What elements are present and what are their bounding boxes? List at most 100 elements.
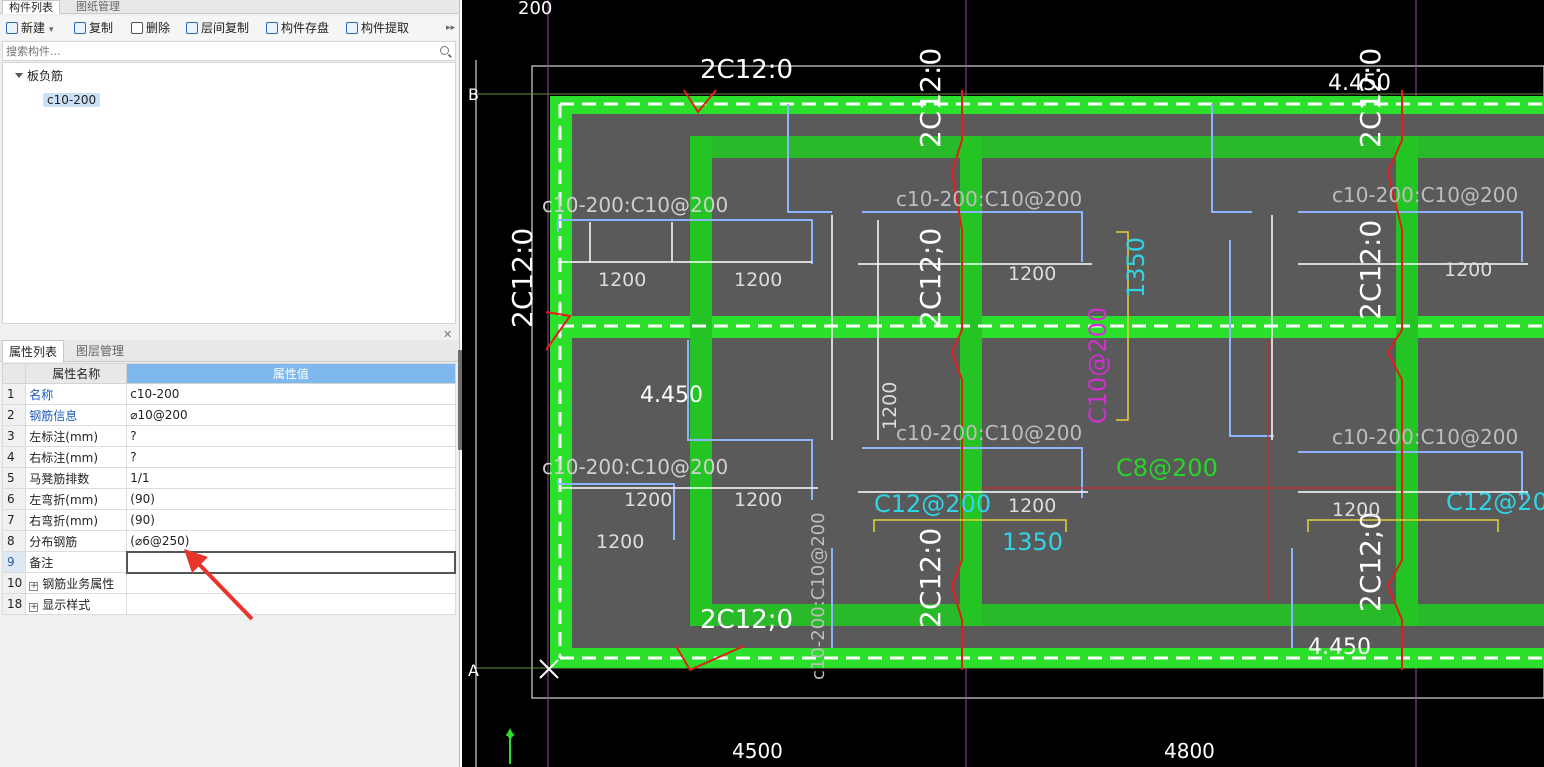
cad-dim-1200-i: 1200 xyxy=(1332,499,1380,521)
property-value[interactable]: 1/1 xyxy=(126,467,456,489)
toolbar-overflow-icon[interactable]: ▸▸ xyxy=(446,19,455,37)
property-row-number: 7 xyxy=(1,509,27,531)
cad-label-c12-200-b: C12@200 xyxy=(1446,488,1544,516)
property-row[interactable]: 5 马凳筋排数 1/1 xyxy=(1,467,456,489)
property-row[interactable]: 3 左标注(mm)? xyxy=(1,425,456,447)
property-value[interactable]: (⌀6@250) xyxy=(126,530,456,552)
cad-dim-1200-g: 1200 xyxy=(596,531,644,553)
cad-rebar-label-6: c10-200:C10@200 xyxy=(1332,425,1518,449)
property-value[interactable]: (90) xyxy=(126,488,456,510)
cad-rebar-label-4: c10-200:C10@200 xyxy=(896,421,1082,445)
property-value[interactable] xyxy=(126,593,456,615)
cad-label-c8-200: C8@200 xyxy=(1116,454,1218,482)
annotation-arrow xyxy=(184,549,254,621)
cad-label-2c12-mid-top: 2C12:0 xyxy=(914,48,947,148)
property-row-number: 2 xyxy=(1,404,27,426)
cad-label-c10-200-magenta: C10@200 xyxy=(1084,307,1112,424)
delete-button[interactable]: 删除 xyxy=(131,19,170,37)
header-property-value: 属性值 xyxy=(126,363,456,384)
property-value[interactable]: ? xyxy=(126,425,456,447)
cad-top-dim-200: 200 xyxy=(518,0,552,19)
cad-dim-1350-a: 1350 xyxy=(1002,528,1063,556)
property-value[interactable] xyxy=(125,550,457,574)
tab-layer-manage[interactable]: 图层管理 xyxy=(70,340,130,362)
cad-axis-label-a: A xyxy=(468,661,479,680)
property-tabbar: 属性列表 图层管理 xyxy=(0,340,458,362)
property-name: 右标注(mm) xyxy=(25,446,128,468)
property-row-number: 4 xyxy=(1,446,27,468)
component-tree: 板负筋 c10-200 xyxy=(2,62,456,324)
cad-label-2c12-mid-center: 2C12;0 xyxy=(914,228,947,328)
cad-elev-bottom-right: 4.450 xyxy=(1308,635,1371,660)
cad-dim-1200-j: 1200 xyxy=(879,382,901,430)
left-panel: 构件列表 图纸管理 新建▾ 复制 删除 层间复制 构件存盘 构件提取 ▸▸ 板负… xyxy=(0,0,460,767)
property-name: + 显示样式 xyxy=(25,593,128,615)
property-row-number: 9 xyxy=(1,551,27,573)
cad-label-2c12-right-bottom: 2C12;0 xyxy=(1354,512,1387,612)
trash-icon xyxy=(131,22,143,34)
header-property-name: 属性名称 xyxy=(25,363,128,384)
cad-axis-label-b: B xyxy=(468,85,479,104)
property-value[interactable] xyxy=(126,572,456,594)
tab-drawing-manage[interactable]: 图纸管理 xyxy=(70,0,126,14)
close-icon[interactable]: ✕ xyxy=(443,329,453,340)
floor-copy-icon xyxy=(186,22,198,34)
cad-rebar-label-3: c10-200:C10@200 xyxy=(896,187,1082,211)
property-value[interactable]: ? xyxy=(126,446,456,468)
property-name: 左标注(mm) xyxy=(25,425,128,447)
save-component-icon xyxy=(266,22,278,34)
extract-icon xyxy=(346,22,358,34)
component-toolbar: 新建 ▾ 复制 删除 层间复制 构件存盘 构件提取 ▸▸ xyxy=(0,16,458,40)
property-row-number: 6 xyxy=(1,488,27,510)
floor-copy-button[interactable]: 层间复制 xyxy=(186,19,249,37)
property-value[interactable]: c10-200 xyxy=(126,383,456,405)
cad-rebar-label-1: c10-200:C10@200 xyxy=(542,193,728,217)
property-row-number: 8 xyxy=(1,530,27,552)
property-row[interactable]: 2 钢筋信息 ⌀10@200 xyxy=(1,404,456,426)
copy-button[interactable]: 复制 xyxy=(74,19,113,37)
cad-dim-1200-d: 1200 xyxy=(1444,259,1492,281)
property-row-number: 1 xyxy=(1,383,27,405)
expand-plus-icon[interactable]: + xyxy=(29,602,39,612)
property-name: 左弯折(mm) xyxy=(25,488,128,510)
property-name: + 钢筋业务属性 xyxy=(25,572,128,594)
component-tabbar: 构件列表 图纸管理 xyxy=(0,0,458,14)
cad-rebar-label-7: c10-200:C10@200 xyxy=(808,512,829,680)
property-name: 马凳筋排数 xyxy=(25,467,128,489)
property-value[interactable]: ⌀10@200 xyxy=(126,404,456,426)
cad-drawing-canvas[interactable]: 2C12:0 2C12;0 2C12:0 2C12:0 2C12;0 2C12:… xyxy=(462,0,1544,767)
cad-label-2c12-right-top: 2C12:0 xyxy=(1354,48,1387,148)
property-row-number: 3 xyxy=(1,425,27,447)
tree-item-c10-200[interactable]: c10-200 xyxy=(43,90,101,110)
property-row-number: 18 xyxy=(1,593,27,615)
property-name: 钢筋信息 xyxy=(25,404,128,426)
cad-label-2c12-top: 2C12:0 xyxy=(700,55,793,85)
extract-component-button[interactable]: 构件提取 xyxy=(346,19,409,37)
search-icon[interactable] xyxy=(440,46,449,55)
property-name: 名称 xyxy=(25,383,128,405)
property-row[interactable]: 6 左弯折(mm) (90) xyxy=(1,488,456,510)
cad-dim-1200-c: 1200 xyxy=(1008,263,1056,285)
expand-plus-icon[interactable]: + xyxy=(29,581,39,591)
property-row[interactable]: 1 名称 c10-200 xyxy=(1,383,456,405)
tab-property-list[interactable]: 属性列表 xyxy=(2,340,65,362)
cad-dim-1350-b: 1350 xyxy=(1122,237,1150,298)
property-name: 备注 xyxy=(25,551,128,573)
new-button[interactable]: 新建 ▾ xyxy=(6,19,54,37)
cad-elev-top-right: 4.450 xyxy=(1328,71,1391,96)
new-icon xyxy=(6,22,18,34)
cad-label-2c12-right-center: 2C12:0 xyxy=(1354,220,1387,320)
cad-label-2c12-bottom: 2C12;0 xyxy=(700,605,793,635)
property-row[interactable]: 4 右标注(mm)? xyxy=(1,446,456,468)
property-row[interactable]: 7 右弯折(mm) (90) xyxy=(1,509,456,531)
tree-group-slab-negative-rebar[interactable]: 板负筋 xyxy=(15,66,63,86)
cad-dim-1200-h: 1200 xyxy=(1008,495,1056,517)
cad-dim-1200-b: 1200 xyxy=(734,269,782,291)
save-component-button[interactable]: 构件存盘 xyxy=(266,19,329,37)
search-input[interactable] xyxy=(3,42,423,60)
tab-component-list[interactable]: 构件列表 xyxy=(2,0,60,14)
property-row-number: 10 xyxy=(1,572,27,594)
search-box xyxy=(2,41,456,61)
property-row-number: 5 xyxy=(1,467,27,489)
property-value[interactable]: (90) xyxy=(126,509,456,531)
